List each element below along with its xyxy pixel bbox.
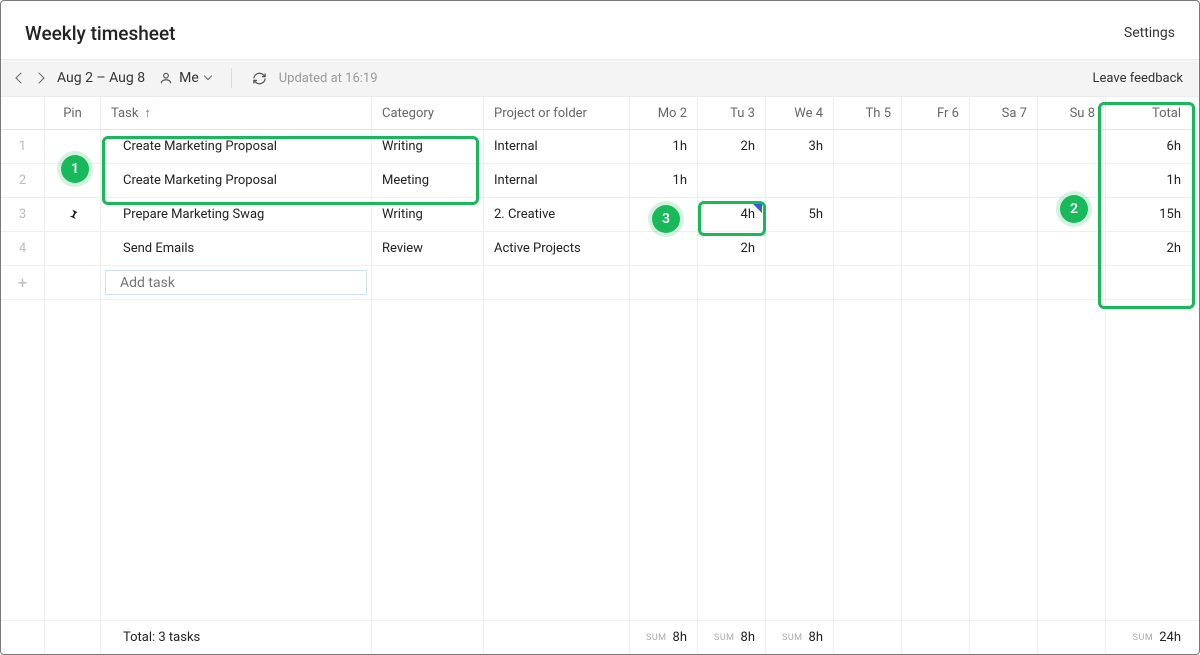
table-header: Pin Task ↑ Category Project or folder Mo… <box>1 97 1199 130</box>
pin-cell[interactable] <box>45 164 101 198</box>
hours-cell[interactable] <box>766 164 834 198</box>
divider <box>231 68 232 88</box>
table-row: 1 Create Marketing Proposal Writing Inte… <box>1 130 1199 164</box>
prev-week-button[interactable] <box>15 72 26 83</box>
col-pin[interactable]: Pin <box>45 97 101 130</box>
hours-cell[interactable] <box>970 198 1038 232</box>
row-index: 2 <box>1 164 45 198</box>
total-cell: 6h <box>1106 130 1195 164</box>
hours-cell[interactable] <box>902 198 970 232</box>
hours-cell[interactable] <box>630 232 698 266</box>
hours-cell[interactable] <box>902 130 970 164</box>
pin-icon <box>66 208 80 222</box>
hours-cell[interactable] <box>630 198 698 232</box>
total-cell: 1h <box>1106 164 1195 198</box>
col-day-th[interactable]: Th 5 <box>834 97 902 130</box>
hours-cell[interactable] <box>1038 164 1106 198</box>
day-sum: 8h <box>673 630 687 645</box>
col-project[interactable]: Project or folder <box>484 97 630 130</box>
refresh-icon[interactable] <box>252 71 267 86</box>
person-label: Me <box>179 70 199 86</box>
total-cell: 15h <box>1106 198 1195 232</box>
hours-cell[interactable] <box>1038 130 1106 164</box>
hours-cell[interactable] <box>766 232 834 266</box>
settings-link[interactable]: Settings <box>1124 25 1175 41</box>
row-index: 4 <box>1 232 45 266</box>
pin-cell[interactable] <box>45 130 101 164</box>
category-cell[interactable]: Writing <box>372 130 484 164</box>
sum-label: SUM <box>646 633 667 643</box>
col-day-fr[interactable]: Fr 6 <box>902 97 970 130</box>
hours-cell[interactable] <box>834 198 902 232</box>
project-cell[interactable]: 2. Creative <box>484 198 630 232</box>
category-cell[interactable]: Meeting <box>372 164 484 198</box>
hours-cell[interactable] <box>834 232 902 266</box>
hours-cell[interactable]: 2h <box>698 130 766 164</box>
person-icon <box>159 71 173 85</box>
hours-cell[interactable] <box>834 164 902 198</box>
project-cell[interactable]: Internal <box>484 130 630 164</box>
hours-cell[interactable] <box>1038 198 1106 232</box>
hours-cell[interactable] <box>902 164 970 198</box>
col-day-sa[interactable]: Sa 7 <box>970 97 1038 130</box>
sum-label: SUM <box>1133 633 1154 643</box>
col-task-label: Task <box>111 106 138 121</box>
hours-cell[interactable] <box>834 130 902 164</box>
col-task[interactable]: Task ↑ <box>101 97 372 130</box>
next-week-button[interactable] <box>33 72 44 83</box>
date-range[interactable]: Aug 2 – Aug 8 <box>57 70 145 86</box>
task-cell[interactable]: Send Emails <box>101 232 372 266</box>
col-category[interactable]: Category <box>372 97 484 130</box>
add-task-row: + <box>1 266 1199 300</box>
grand-total: 24h <box>1159 630 1181 645</box>
col-day-mo[interactable]: Mo 2 <box>630 97 698 130</box>
table-row: 2 Create Marketing Proposal Meeting Inte… <box>1 164 1199 198</box>
col-total[interactable]: Total <box>1106 97 1195 130</box>
row-index: 3 <box>1 198 45 232</box>
task-cell[interactable]: Prepare Marketing Swag <box>101 198 372 232</box>
project-cell[interactable]: Internal <box>484 164 630 198</box>
day-sum: 8h <box>741 630 755 645</box>
hours-cell[interactable] <box>970 130 1038 164</box>
category-cell[interactable]: Writing <box>372 198 484 232</box>
updated-label: Updated at 16:19 <box>279 71 378 86</box>
day-sum: 8h <box>809 630 823 645</box>
hours-cell[interactable]: 2h <box>698 232 766 266</box>
toolbar: Aug 2 – Aug 8 Me Updated at 16:19 Leave … <box>1 59 1199 97</box>
pin-cell[interactable] <box>45 232 101 266</box>
hours-cell[interactable]: 5h <box>766 198 834 232</box>
cell-note-marker-icon <box>753 204 762 213</box>
hours-cell[interactable] <box>1038 232 1106 266</box>
add-task-input[interactable] <box>105 270 367 295</box>
col-day-we[interactable]: We 4 <box>766 97 834 130</box>
footer-total-tasks: Total: 3 tasks <box>101 621 372 654</box>
hours-cell[interactable]: 3h <box>766 130 834 164</box>
plus-icon[interactable]: + <box>18 273 27 292</box>
table-row: 4 Send Emails Review Active Projects 2h … <box>1 232 1199 266</box>
hours-cell[interactable] <box>970 232 1038 266</box>
page-title: Weekly timesheet <box>25 22 176 45</box>
sort-asc-icon: ↑ <box>144 105 151 121</box>
leave-feedback-link[interactable]: Leave feedback <box>1093 71 1183 86</box>
hours-cell[interactable]: 1h <box>630 130 698 164</box>
col-day-su[interactable]: Su 8 <box>1038 97 1106 130</box>
task-cell[interactable]: Create Marketing Proposal <box>101 130 372 164</box>
hours-cell[interactable] <box>902 232 970 266</box>
category-cell[interactable]: Review <box>372 232 484 266</box>
sum-label: SUM <box>714 633 735 643</box>
chevron-down-icon <box>204 72 212 80</box>
hours-cell[interactable] <box>970 164 1038 198</box>
person-picker[interactable]: Me <box>159 70 211 86</box>
hours-cell[interactable]: 1h <box>630 164 698 198</box>
sum-label: SUM <box>782 633 803 643</box>
project-cell[interactable]: Active Projects <box>484 232 630 266</box>
total-cell: 2h <box>1106 232 1195 266</box>
pin-cell[interactable] <box>45 198 101 232</box>
col-day-tu[interactable]: Tu 3 <box>698 97 766 130</box>
hours-cell[interactable] <box>698 164 766 198</box>
table-footer: Total: 3 tasks SUM 8h SUM 8h SUM 8h SUM 24h <box>1 620 1199 654</box>
table-row: 3 Prepare Marketing Swag Writing 2. Crea… <box>1 198 1199 232</box>
row-index: 1 <box>1 130 45 164</box>
task-cell[interactable]: Create Marketing Proposal <box>101 164 372 198</box>
